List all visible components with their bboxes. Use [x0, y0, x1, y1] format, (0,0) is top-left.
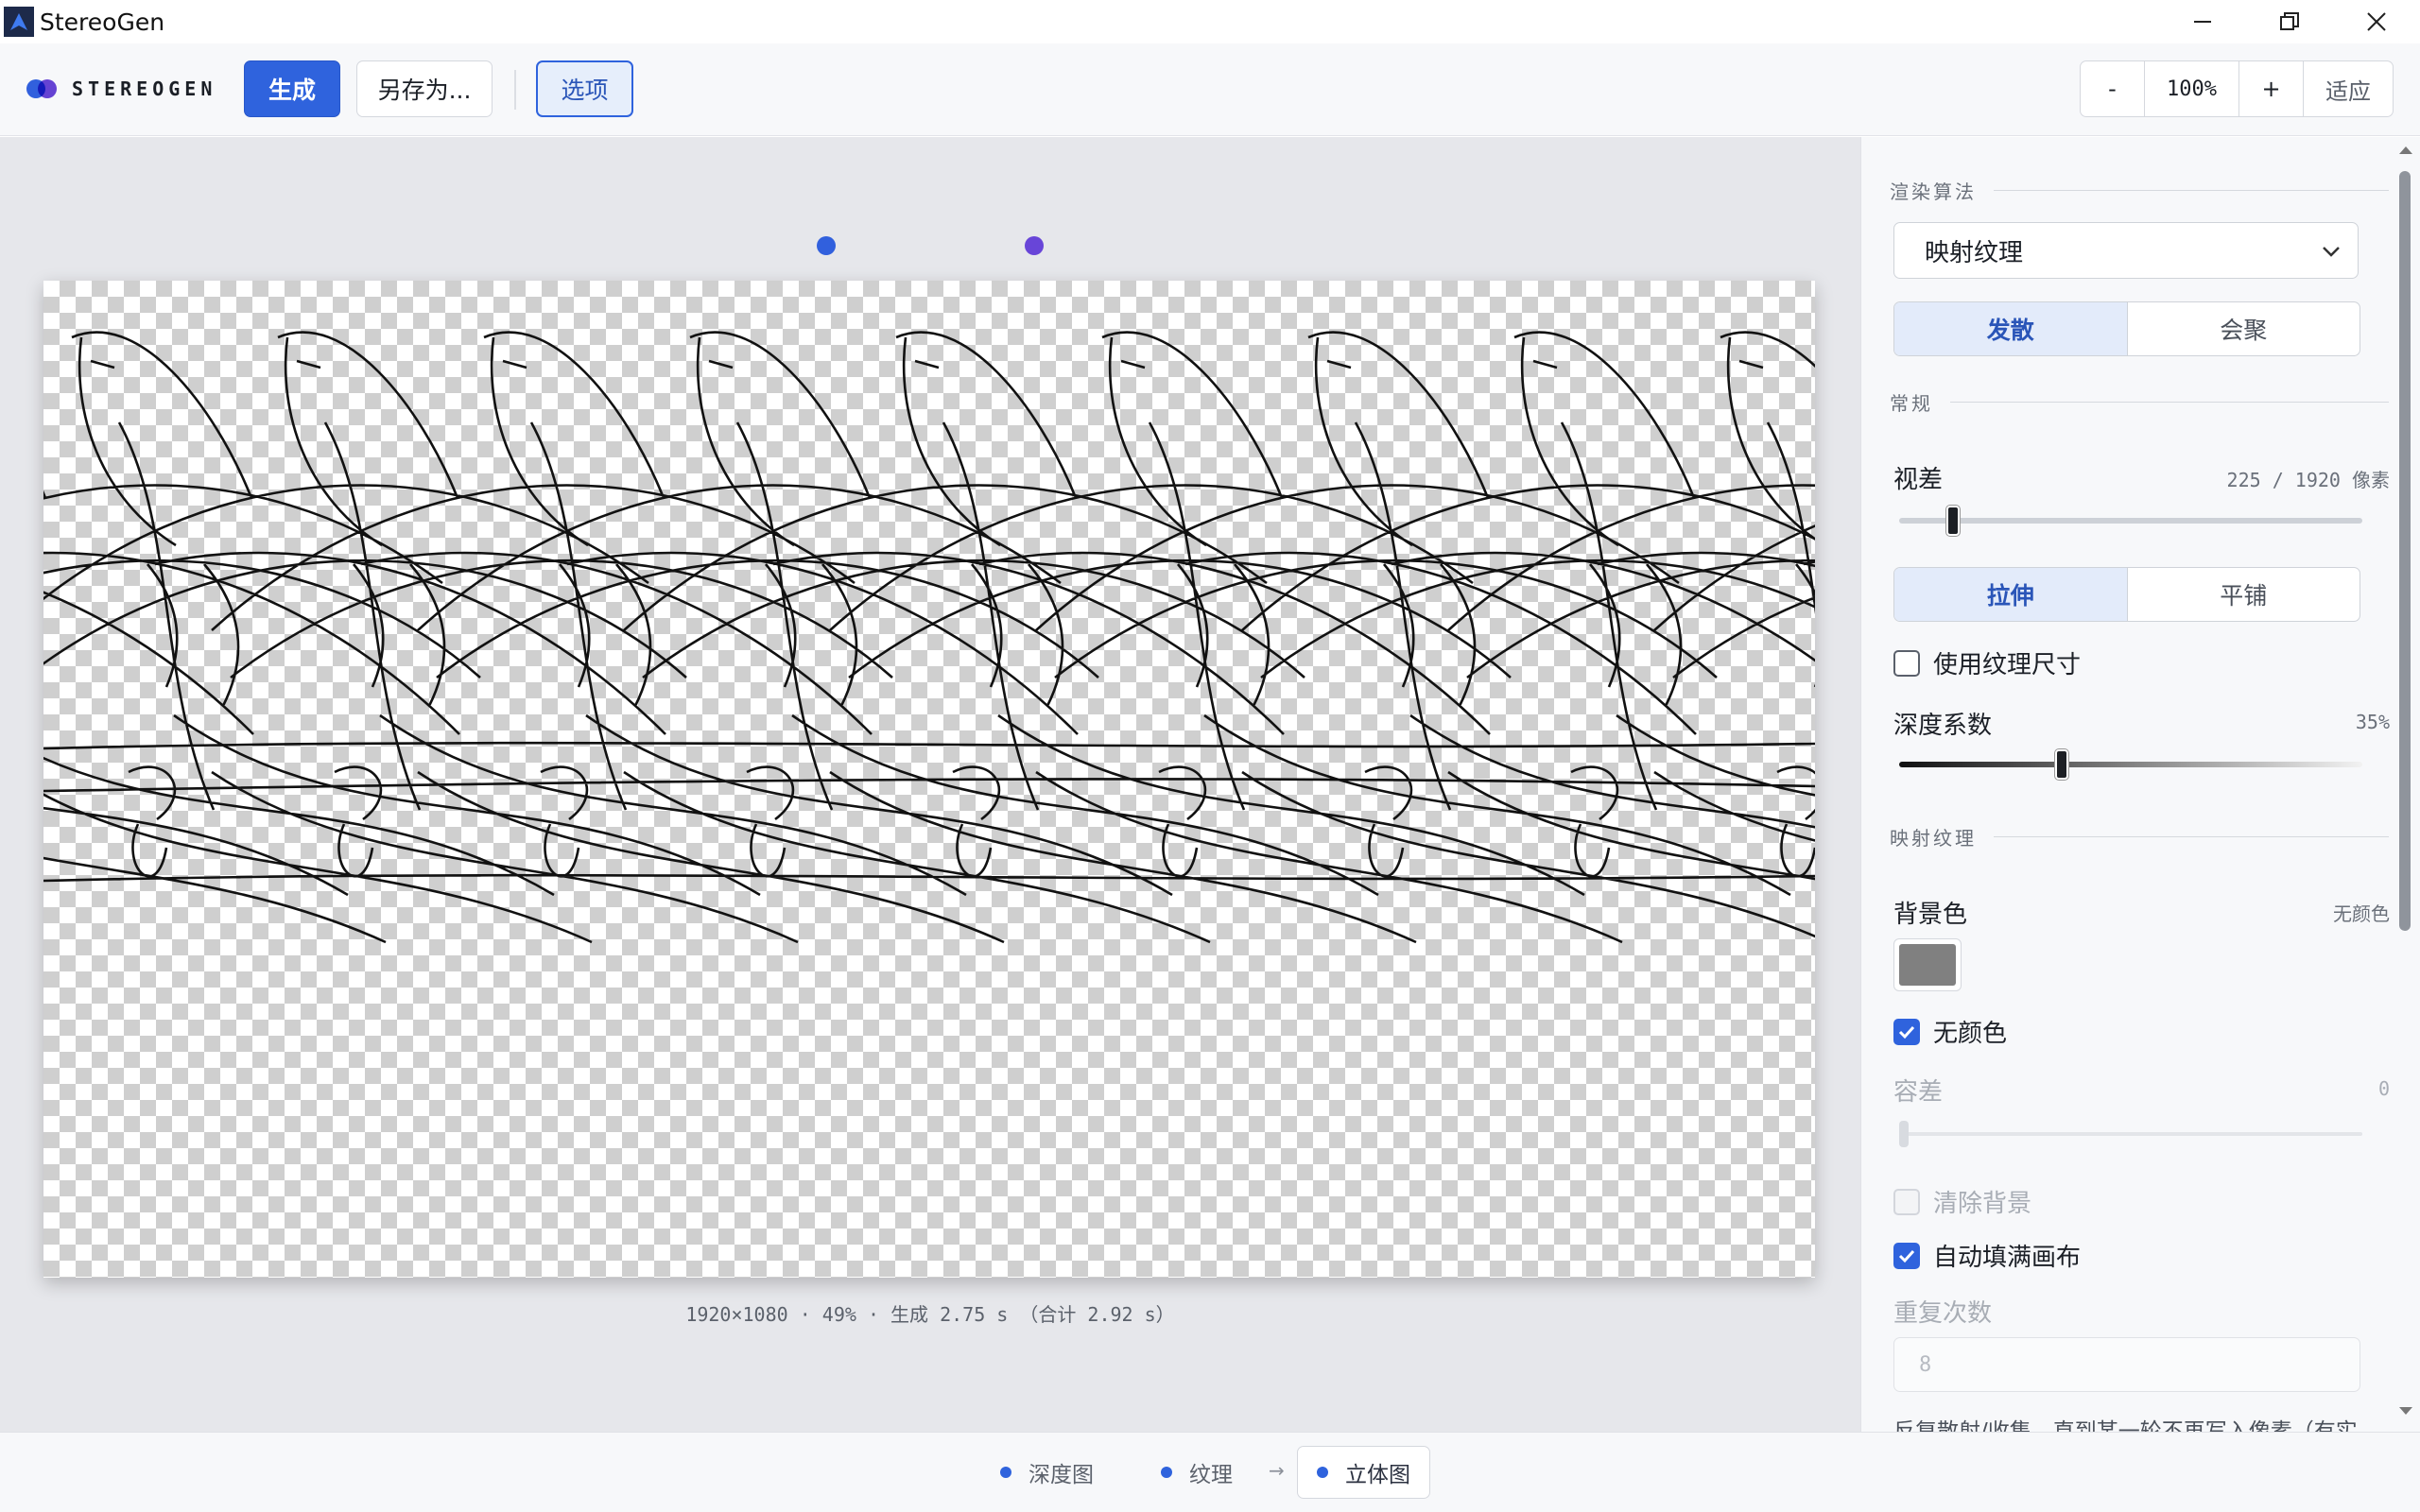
toolbar: STEREOGEN 生成 另存为... 选项 - 100% + 适应: [0, 43, 2420, 136]
parallax-value: 225 / 1920 像素: [2226, 469, 2390, 491]
close-icon[interactable]: [2333, 0, 2420, 43]
canvas-area[interactable]: 1920×1080 · 49% · 生成 2.75 s （合计 2.92 s）: [0, 137, 1860, 1432]
scroll-up-icon[interactable]: [2397, 143, 2414, 156]
tolerance-slider[interactable]: [1899, 1121, 2362, 1147]
zoom-out-button[interactable]: -: [2081, 61, 2145, 116]
algorithm-select-value: 映射纹理: [1925, 238, 2024, 267]
background-color-label: 背景色: [1893, 901, 1968, 929]
section-general: 常规: [1890, 388, 2389, 416]
save-as-button[interactable]: 另存为...: [356, 60, 493, 117]
divergent-option[interactable]: 发散: [1894, 302, 2128, 355]
step-texture[interactable]: 纹理: [1142, 1446, 1252, 1499]
tolerance-value: 0: [2377, 1077, 2390, 1100]
swatch-fill: [1899, 944, 1956, 986]
section-title: 映射纹理: [1890, 827, 1977, 850]
repeat-count-input[interactable]: 8: [1893, 1337, 2360, 1392]
step-dot: [1317, 1467, 1328, 1478]
checkbox-label: 自动填满画布: [1933, 1244, 2082, 1272]
tolerance-label: 容差: [1893, 1078, 1944, 1107]
zoom-controls: - 100% + 适应: [2080, 60, 2394, 117]
auto-fill-checkbox[interactable]: 自动填满画布: [1893, 1238, 2081, 1273]
checkmark-icon: [1898, 1249, 1915, 1263]
section-title: 渲染算法: [1890, 180, 1977, 203]
zoom-in-button[interactable]: +: [2239, 61, 2304, 116]
checkbox-box[interactable]: [1893, 1188, 1920, 1215]
checkbox-label: 清除背景: [1933, 1190, 2032, 1218]
stereogram-image[interactable]: [43, 281, 1815, 1278]
window-title: StereoGen: [40, 8, 165, 36]
title-bar: StereoGen: [0, 0, 2420, 43]
checkbox-label: 无颜色: [1933, 1020, 2008, 1048]
step-arrow-icon: →: [1269, 1459, 1285, 1482]
use-texture-size-checkbox[interactable]: 使用纹理尺寸: [1893, 645, 2081, 680]
section-title: 常规: [1890, 392, 1933, 415]
render-status: 1920×1080 · 49% · 生成 2.75 s （合计 2.92 s）: [685, 1303, 1175, 1326]
section-mapping-texture: 映射纹理: [1890, 823, 2389, 850]
depth-slider[interactable]: [1899, 749, 2362, 780]
left-eye-guide-dot: [817, 236, 836, 255]
minimize-icon[interactable]: [2159, 0, 2246, 43]
checkbox-box[interactable]: [1893, 649, 1920, 677]
panel-scrollbar[interactable]: [2395, 137, 2420, 1432]
step-dot: [1000, 1467, 1011, 1478]
pipeline-stepper: 深度图 纹理 → 立体图: [0, 1432, 2420, 1512]
step-label: 纹理: [1189, 1463, 1233, 1487]
generate-button[interactable]: 生成: [244, 60, 340, 117]
tile-option[interactable]: 平铺: [2128, 568, 2360, 621]
repeat-help-text: 反复散射/收集，直到某一轮不再写入像素（有实: [1893, 1419, 2358, 1432]
step-label: 深度图: [1028, 1463, 1094, 1487]
checkbox-box[interactable]: [1893, 1018, 1920, 1045]
brand: STEREOGEN: [26, 77, 216, 100]
repeat-count-label: 重复次数: [1893, 1299, 1993, 1328]
parallax-slider[interactable]: [1899, 506, 2362, 536]
checkmark-icon: [1898, 1025, 1915, 1039]
tolerance-slider-thumb[interactable]: [1899, 1121, 1909, 1147]
clear-background-checkbox[interactable]: 清除背景: [1893, 1184, 2031, 1219]
right-eye-guide-dot: [1025, 236, 1044, 255]
brand-name: STEREOGEN: [72, 77, 217, 100]
checkbox-label: 使用纹理尺寸: [1933, 651, 2082, 679]
zoom-fit-button[interactable]: 适应: [2304, 61, 2393, 116]
zoom-level: 100%: [2145, 61, 2239, 116]
step-stereogram[interactable]: 立体图: [1297, 1446, 1430, 1499]
depth-value: 35%: [2355, 711, 2390, 733]
algorithm-select[interactable]: 映射纹理: [1893, 222, 2359, 279]
scrollbar-thumb[interactable]: [2399, 171, 2411, 931]
options-button[interactable]: 选项: [536, 60, 633, 117]
restore-icon[interactable]: [2246, 0, 2333, 43]
parallax-label: 视差: [1893, 466, 1944, 494]
artwork-lines: [43, 331, 1815, 944]
convergent-option[interactable]: 会聚: [2128, 302, 2360, 355]
stereogram-artwork: [43, 331, 1815, 944]
depth-label: 深度系数: [1893, 712, 1993, 740]
section-render-algorithm: 渲染算法: [1890, 177, 2389, 204]
depth-slider-thumb[interactable]: [2054, 749, 2068, 780]
parallax-slider-thumb[interactable]: [1946, 506, 1961, 536]
window-controls: [2159, 0, 2420, 43]
no-color-checkbox[interactable]: 无颜色: [1893, 1014, 2007, 1049]
eye-mode-toggle: 发散 会聚: [1893, 301, 2360, 356]
toolbar-divider: [514, 70, 516, 110]
step-dot: [1161, 1467, 1172, 1478]
chevron-down-icon: [2323, 247, 2340, 257]
stretch-option[interactable]: 拉伸: [1894, 568, 2128, 621]
background-color-value: 无颜色: [2333, 902, 2390, 925]
scroll-down-icon[interactable]: [2397, 1405, 2414, 1418]
brand-logo-icon: [26, 78, 57, 99]
checkbox-box[interactable]: [1893, 1242, 1920, 1269]
fit-mode-toggle: 拉伸 平铺: [1893, 567, 2360, 622]
app-icon: [4, 7, 34, 37]
options-panel: 渲染算法 映射纹理 发散 会聚 常规 视差 225 / 1920 像素 拉伸 平…: [1860, 137, 2420, 1432]
step-label: 立体图: [1345, 1463, 1410, 1487]
background-color-swatch[interactable]: [1893, 938, 1962, 991]
step-depth-map[interactable]: 深度图: [981, 1446, 1113, 1499]
